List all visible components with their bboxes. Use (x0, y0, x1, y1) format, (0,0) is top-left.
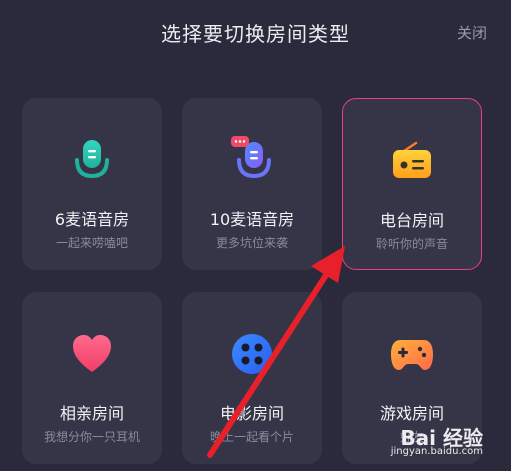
room-type-dialog: 选择要切换房间类型 关闭 6麦语音房 一起来唠嗑吧 10麦语音房 更多坑位来袭 … (0, 0, 511, 471)
dialog-title: 选择要切换房间类型 (161, 22, 350, 46)
room-card-movie[interactable]: 电影房间 晚上一起看个片 (182, 292, 322, 464)
heart-icon (73, 335, 111, 372)
room-card-description: 聆听你的声音 (375, 237, 448, 251)
room-card-10-mic-voice[interactable]: 10麦语音房 更多坑位来袭 (182, 98, 322, 270)
room-card-description: 一起来唠嗑吧 (55, 236, 128, 250)
room-card-name: 10麦语音房 (209, 210, 295, 229)
watermark-logo: Bai 经验 jingyan.baidu.com (391, 422, 483, 457)
film-reel-icon (232, 334, 272, 374)
room-card-dating[interactable]: 相亲房间 我想分你一只耳机 (22, 292, 162, 464)
microphone-chat-icon (231, 136, 271, 179)
room-card-description: 我想分你一只耳机 (43, 430, 140, 444)
microphone-icon (75, 140, 109, 179)
room-card-description: 晚上一起看个片 (209, 430, 294, 444)
close-button[interactable]: 关闭 (457, 22, 487, 43)
room-card-description: 更多坑位来袭 (215, 236, 288, 250)
watermark-url: jingyan.baidu.com (390, 446, 483, 457)
room-card-name: 电台房间 (379, 211, 444, 230)
room-card-name: 相亲房间 (59, 404, 124, 423)
gamepad-icon (391, 340, 433, 370)
radio-icon (393, 141, 431, 178)
room-card-6-mic-voice[interactable]: 6麦语音房 一起来唠嗑吧 (22, 98, 162, 270)
room-card-name: 6麦语音房 (54, 210, 130, 229)
room-card-name: 游戏房间 (379, 404, 444, 423)
room-card-name: 电影房间 (219, 404, 284, 423)
room-card-radio[interactable]: 电台房间 聆听你的声音 (342, 98, 482, 270)
